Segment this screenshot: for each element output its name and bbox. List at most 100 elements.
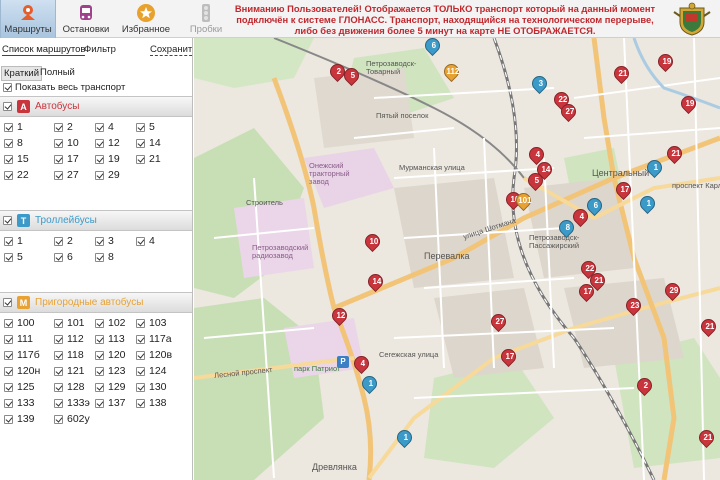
route-checkbox[interactable] (95, 350, 104, 360)
route-checkbox-item[interactable]: 120в (136, 349, 172, 361)
tab-route-list[interactable]: Список маршрутов (2, 44, 86, 56)
route-checkbox-item[interactable]: 4 (95, 121, 114, 133)
route-checkbox[interactable] (136, 350, 145, 360)
section-suburban-checkbox[interactable] (3, 298, 12, 307)
route-checkbox-item[interactable]: 125 (4, 381, 35, 393)
route-checkbox-item[interactable]: 4 (136, 235, 155, 247)
route-checkbox[interactable] (4, 398, 13, 408)
route-checkbox-item[interactable]: 139 (4, 413, 35, 425)
route-checkbox[interactable] (4, 350, 13, 360)
tab-favorites[interactable]: Избранное (118, 0, 174, 38)
route-checkbox-item[interactable]: 113 (95, 333, 125, 345)
route-checkbox[interactable] (136, 366, 145, 376)
route-checkbox-item[interactable]: 117а (136, 333, 172, 345)
route-checkbox-item[interactable]: 124 (136, 365, 167, 377)
route-checkbox-item[interactable]: 120н (4, 365, 40, 377)
route-checkbox-item[interactable]: 602у (54, 413, 90, 425)
route-checkbox[interactable] (4, 122, 13, 132)
route-checkbox-item[interactable]: 19 (95, 153, 120, 165)
route-checkbox-item[interactable]: 2 (54, 121, 73, 133)
route-checkbox[interactable] (136, 382, 145, 392)
route-checkbox[interactable] (54, 318, 63, 328)
route-checkbox[interactable] (54, 252, 63, 262)
route-checkbox-item[interactable]: 21 (136, 153, 161, 165)
section-buses-header[interactable]: А Автобусы (0, 96, 192, 117)
route-checkbox[interactable] (95, 334, 104, 344)
route-checkbox[interactable] (136, 138, 145, 148)
route-checkbox[interactable] (136, 122, 145, 132)
route-checkbox[interactable] (54, 398, 63, 408)
route-checkbox[interactable] (136, 318, 145, 328)
route-checkbox[interactable] (54, 414, 63, 424)
route-checkbox[interactable] (54, 382, 63, 392)
route-checkbox-item[interactable]: 8 (4, 137, 23, 149)
route-checkbox-item[interactable]: 121 (54, 365, 85, 377)
route-checkbox[interactable] (95, 138, 104, 148)
route-checkbox[interactable] (54, 236, 63, 246)
tab-routes[interactable]: Маршруты (0, 0, 56, 38)
route-checkbox-item[interactable]: 133 (4, 397, 35, 409)
route-checkbox-item[interactable]: 5 (4, 251, 23, 263)
route-checkbox-item[interactable]: 118 (54, 349, 84, 361)
route-checkbox[interactable] (4, 236, 13, 246)
route-checkbox[interactable] (136, 154, 145, 164)
route-checkbox-item[interactable]: 137 (95, 397, 126, 409)
tab-filter[interactable]: Фильтр (84, 44, 116, 55)
route-checkbox[interactable] (95, 398, 104, 408)
route-checkbox[interactable] (95, 252, 104, 262)
route-checkbox-item[interactable]: 130 (136, 381, 167, 393)
route-checkbox[interactable] (95, 318, 104, 328)
route-checkbox-item[interactable]: 15 (4, 153, 29, 165)
route-checkbox[interactable] (4, 318, 13, 328)
route-checkbox[interactable] (4, 334, 13, 344)
route-checkbox[interactable] (4, 382, 13, 392)
route-checkbox-item[interactable]: 6 (54, 251, 73, 263)
route-checkbox-item[interactable]: 128 (54, 381, 85, 393)
route-checkbox-item[interactable]: 10 (54, 137, 79, 149)
route-checkbox[interactable] (54, 122, 63, 132)
route-checkbox-item[interactable]: 27 (54, 169, 79, 181)
section-suburban-header[interactable]: М Пригородные автобусы (0, 292, 192, 313)
route-checkbox-item[interactable]: 12 (95, 137, 120, 149)
route-checkbox[interactable] (4, 170, 13, 180)
route-checkbox[interactable] (136, 398, 145, 408)
route-checkbox-item[interactable]: 120 (95, 349, 126, 361)
route-checkbox[interactable] (95, 154, 104, 164)
route-checkbox-item[interactable]: 5 (136, 121, 155, 133)
route-checkbox-item[interactable]: 111 (4, 333, 33, 345)
route-checkbox-item[interactable]: 112 (54, 333, 84, 345)
map-view[interactable]: Пятый поселок Перевалка Древлянка Центра… (194, 38, 720, 480)
route-checkbox[interactable] (4, 138, 13, 148)
route-checkbox[interactable] (95, 382, 104, 392)
mode-full-button[interactable]: Полный (38, 66, 77, 79)
mode-short-button[interactable]: Краткий (1, 66, 43, 81)
route-checkbox-item[interactable]: 8 (95, 251, 114, 263)
route-checkbox[interactable] (54, 366, 63, 376)
route-checkbox[interactable] (95, 366, 104, 376)
route-checkbox-item[interactable]: 101 (54, 317, 85, 329)
route-checkbox[interactable] (54, 170, 63, 180)
route-checkbox[interactable] (54, 154, 63, 164)
route-checkbox[interactable] (95, 122, 104, 132)
route-checkbox-item[interactable]: 103 (136, 317, 167, 329)
route-checkbox-item[interactable]: 14 (136, 137, 161, 149)
show-all-checkbox[interactable] (3, 83, 12, 92)
route-checkbox-item[interactable]: 129 (95, 381, 126, 393)
route-checkbox-item[interactable]: 29 (95, 169, 120, 181)
route-checkbox[interactable] (95, 170, 104, 180)
route-checkbox-item[interactable]: 117б (4, 349, 40, 361)
route-checkbox-item[interactable]: 102 (95, 317, 126, 329)
route-checkbox[interactable] (95, 236, 104, 246)
show-all-transport[interactable]: Показать весь транспорт (3, 82, 125, 93)
route-checkbox-item[interactable]: 3 (95, 235, 114, 247)
section-buses-checkbox[interactable] (3, 102, 12, 111)
route-checkbox-item[interactable]: 100 (4, 317, 35, 329)
route-checkbox-item[interactable]: 1 (4, 121, 23, 133)
route-checkbox[interactable] (4, 252, 13, 262)
route-checkbox-item[interactable]: 133э (54, 397, 90, 409)
route-checkbox[interactable] (136, 236, 145, 246)
route-checkbox[interactable] (54, 138, 63, 148)
save-link[interactable]: Сохранить (150, 44, 192, 56)
section-trolleybuses-checkbox[interactable] (3, 216, 12, 225)
route-checkbox[interactable] (136, 334, 145, 344)
